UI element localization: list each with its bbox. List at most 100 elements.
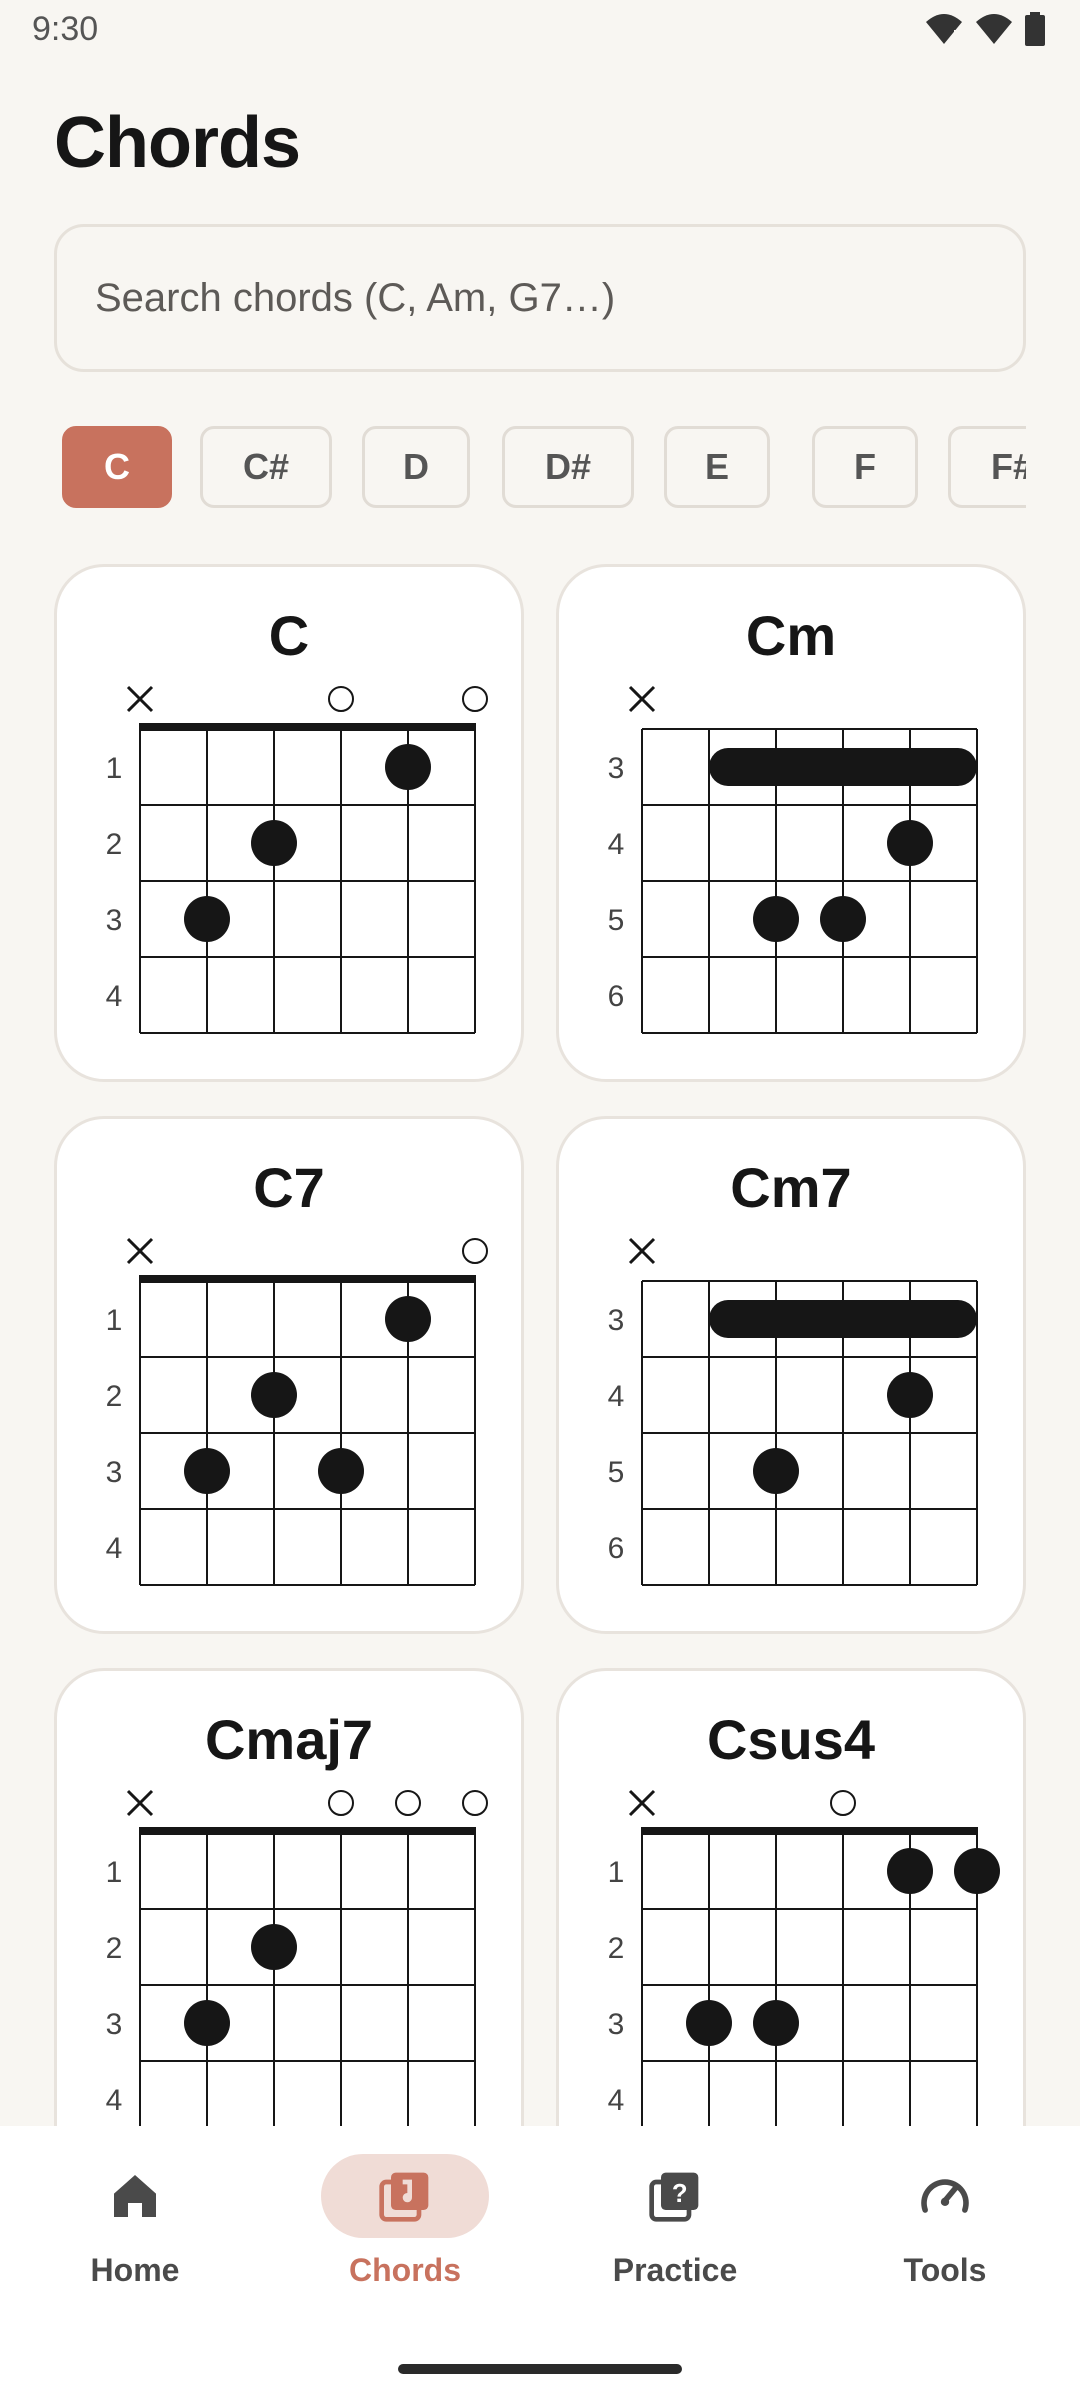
finger-dot bbox=[686, 2000, 732, 2046]
nav-chords-icon-wrap bbox=[321, 2154, 489, 2238]
status-icons bbox=[924, 12, 1046, 46]
fret-number: 3 bbox=[106, 1456, 123, 1489]
fret-number: 3 bbox=[106, 2008, 123, 2041]
root-chip-d-sharp[interactable]: D# bbox=[502, 426, 634, 508]
finger-dot bbox=[820, 896, 866, 942]
finger-dot bbox=[251, 820, 297, 866]
nav-chords[interactable]: Chords bbox=[270, 2154, 540, 2324]
finger-dot bbox=[753, 1448, 799, 1494]
nav-home[interactable]: Home bbox=[0, 2154, 270, 2324]
root-chip-e[interactable]: E bbox=[664, 426, 770, 508]
fret-number: 6 bbox=[608, 980, 625, 1013]
open-string-icon bbox=[395, 1790, 421, 1816]
fret-number: 4 bbox=[106, 980, 123, 1013]
home-icon bbox=[114, 2175, 156, 2217]
tools-icon bbox=[921, 2179, 969, 2213]
chord-card[interactable]: Cmaj7 1234 bbox=[54, 1668, 524, 2126]
finger-dot bbox=[954, 1848, 1000, 1894]
finger-dot bbox=[753, 896, 799, 942]
nut bbox=[641, 1827, 978, 1835]
muted-string-icon bbox=[628, 1789, 656, 1817]
fret-number: 1 bbox=[106, 752, 123, 785]
page-title: Chords bbox=[54, 103, 301, 183]
nav-tools-label: Tools bbox=[903, 2252, 987, 2288]
chord-diagram: 3 4 5 6 bbox=[608, 1237, 978, 1586]
muted-string-icon bbox=[126, 1237, 154, 1265]
finger-dot bbox=[251, 1924, 297, 1970]
finger-dot bbox=[184, 2000, 230, 2046]
chord-card[interactable]: Csus4 1234 bbox=[556, 1668, 1026, 2126]
practice-icon: ? bbox=[649, 2172, 699, 2222]
search-input[interactable] bbox=[95, 227, 995, 369]
root-chip-c-sharp[interactable]: C# bbox=[200, 426, 332, 508]
finger-dot bbox=[251, 1372, 297, 1418]
finger-dot bbox=[385, 1296, 431, 1342]
root-chip-d[interactable]: D bbox=[362, 426, 470, 508]
muted-string-icon bbox=[628, 1237, 656, 1265]
fret-number: 1 bbox=[106, 1856, 123, 1889]
finger-dot bbox=[318, 1448, 364, 1494]
muted-string-icon bbox=[126, 685, 154, 713]
fret-number: 3 bbox=[608, 1304, 625, 1337]
nav-tools[interactable]: Tools bbox=[810, 2154, 1080, 2324]
fret-number: 5 bbox=[608, 904, 625, 937]
search-box[interactable] bbox=[54, 224, 1026, 372]
fret-number: 4 bbox=[106, 2084, 123, 2117]
root-note-selector: C C# D D# E F F# bbox=[54, 420, 1026, 512]
fret-number: 1 bbox=[106, 1304, 123, 1337]
chord-diagram: 1 2 3 4 bbox=[106, 1237, 488, 1586]
nav-tools-icon-wrap bbox=[861, 2154, 1029, 2238]
nav-home-label: Home bbox=[90, 2252, 180, 2288]
finger-dot bbox=[887, 1372, 933, 1418]
chords-icon bbox=[379, 2172, 429, 2222]
open-string-icon bbox=[328, 1790, 354, 1816]
root-chip-f[interactable]: F bbox=[812, 426, 918, 508]
muted-string-icon bbox=[628, 685, 656, 713]
fret-number: 4 bbox=[608, 1380, 625, 1413]
open-string-icon bbox=[462, 1790, 488, 1816]
finger-dot bbox=[385, 744, 431, 790]
fret-number: 2 bbox=[106, 1380, 123, 1413]
nut bbox=[139, 723, 476, 731]
open-string-icon bbox=[830, 1790, 856, 1816]
signal-wifi-alert-icon bbox=[976, 14, 1012, 44]
open-string-icon bbox=[462, 686, 488, 712]
open-string-icon bbox=[462, 1238, 488, 1264]
chord-card[interactable]: Cm 3456 bbox=[556, 564, 1026, 1082]
fret-number: 1 bbox=[608, 1856, 625, 1889]
battery-icon bbox=[1025, 12, 1045, 46]
nav-practice-icon-wrap: ? bbox=[591, 2154, 759, 2238]
fret-number: 4 bbox=[608, 828, 625, 861]
open-string-icon bbox=[328, 686, 354, 712]
fret-number: 2 bbox=[608, 1932, 625, 1965]
nav-practice[interactable]: ? Practice bbox=[540, 2154, 810, 2324]
chord-grid: C 1234 Cm 3456 C7 1234 Cm7 3456 Cmaj7 12… bbox=[0, 560, 1080, 2126]
root-chip-f-sharp[interactable]: F# bbox=[948, 426, 1026, 508]
wifi-icon bbox=[926, 14, 962, 44]
bottom-nav: Home Chords ? Practice Tools bbox=[0, 2126, 1080, 2400]
status-time: 9:30 bbox=[32, 10, 99, 48]
chord-diagram: 1 2 3 4 bbox=[106, 1789, 488, 2126]
chord-diagram: 1 2 3 4 bbox=[106, 685, 488, 1034]
fret-number: 4 bbox=[608, 2084, 625, 2117]
chord-card[interactable]: C7 1234 bbox=[54, 1116, 524, 1634]
chord-card[interactable]: Cm7 3456 bbox=[556, 1116, 1026, 1634]
nut bbox=[139, 1275, 476, 1283]
finger-dot bbox=[887, 1848, 933, 1894]
fret-number: 3 bbox=[608, 752, 625, 785]
chord-card[interactable]: C 1234 bbox=[54, 564, 524, 1082]
finger-dot bbox=[887, 820, 933, 866]
fret-number: 4 bbox=[106, 1532, 123, 1565]
finger-dot bbox=[184, 1448, 230, 1494]
home-indicator bbox=[398, 2364, 682, 2374]
status-bar: 9:30 bbox=[0, 0, 1080, 64]
chord-diagram: 3 4 5 6 bbox=[608, 685, 978, 1034]
nut bbox=[139, 1827, 476, 1835]
fret-number: 3 bbox=[106, 904, 123, 937]
chord-diagram: 1 2 3 4 bbox=[608, 1789, 1000, 2126]
barre-bar bbox=[709, 748, 977, 786]
finger-dot bbox=[753, 2000, 799, 2046]
root-chip-c[interactable]: C bbox=[62, 426, 172, 508]
fret-number: 2 bbox=[106, 1932, 123, 1965]
fret-number: 5 bbox=[608, 1456, 625, 1489]
